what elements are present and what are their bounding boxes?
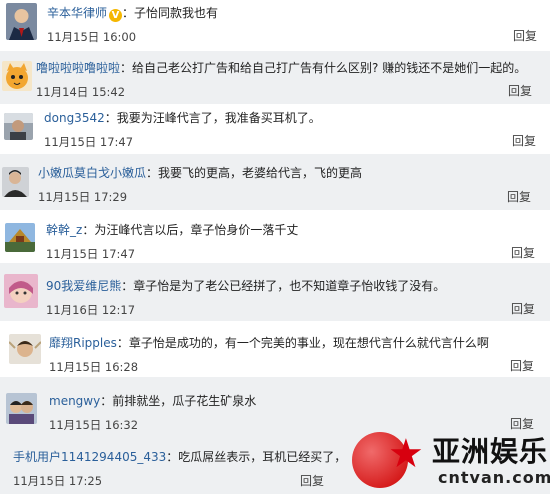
- reply-button[interactable]: 回复: [507, 190, 531, 204]
- username-link[interactable]: 辛本华律师: [47, 6, 107, 20]
- star-icon: ★: [388, 431, 424, 477]
- avatar[interactable]: [4, 113, 33, 140]
- timestamp: 11月14日 15:42: [36, 85, 126, 99]
- comment-text: 为汪峰代言以后，章子怡身价一落千丈: [94, 223, 299, 237]
- comment-text: 吃瓜屌丝表示，耳机已经买了，: [178, 450, 347, 464]
- timestamp: 11月15日 17:47: [46, 247, 136, 261]
- timestamp: 11月15日 16:28: [49, 360, 139, 374]
- timestamp: 11月15日 16:32: [49, 418, 139, 432]
- separator: ：: [146, 166, 159, 180]
- reply-button[interactable]: 回复: [513, 29, 537, 43]
- reply-button[interactable]: 回复: [510, 359, 534, 373]
- comment-text: 前排就坐，瓜子花生矿泉水: [112, 394, 257, 408]
- username-link[interactable]: mengwy: [49, 394, 100, 408]
- timestamp: 11月16日 12:17: [46, 303, 136, 317]
- separator: ：: [100, 394, 113, 408]
- timestamp: 11月15日 16:00: [47, 30, 137, 44]
- separator: ：: [122, 6, 135, 20]
- reply-button[interactable]: 回复: [508, 84, 532, 98]
- avatar[interactable]: [4, 274, 38, 308]
- comment-text: 我要为汪峰代言了，我准备买耳机了。: [116, 111, 321, 125]
- avatar[interactable]: [2, 61, 32, 91]
- username-link[interactable]: 靡翔Ripples: [49, 336, 117, 350]
- username-link[interactable]: 小嫩瓜莫白戈小嫩瓜: [38, 166, 146, 180]
- separator: ：: [82, 223, 95, 237]
- separator: ：: [104, 111, 117, 125]
- watermark-title: 亚洲娱乐: [432, 435, 549, 468]
- comment-text: 子怡同款我也有: [134, 6, 219, 20]
- verified-icon: V: [109, 9, 123, 22]
- username-link[interactable]: 90我爱维尼熊: [46, 279, 121, 293]
- reply-button[interactable]: 回复: [511, 246, 535, 260]
- separator: ：: [166, 450, 179, 464]
- comment-text: 我要飞的更高，老婆给代言，飞的更高: [158, 166, 363, 180]
- comment-text: 给自己老公打广告和给自己打广告有什么区别? 赚的钱还不是她们一起的。: [132, 61, 527, 75]
- avatar[interactable]: [9, 334, 41, 364]
- separator: ：: [116, 336, 129, 350]
- reply-button[interactable]: 回复: [512, 134, 536, 148]
- separator: ：: [121, 279, 134, 293]
- timestamp: 11月15日 17:47: [44, 135, 134, 149]
- watermark-logo: ★ 亚洲娱乐 cntvan.com: [352, 428, 550, 490]
- reply-button[interactable]: 回复: [300, 474, 324, 488]
- comment-text: 章子怡是成功的，有一个完美的事业，现在想代言什么就代言什么啊: [128, 336, 489, 350]
- username-link[interactable]: 噜啦啦啦噜啦啦: [36, 61, 120, 75]
- avatar[interactable]: [2, 167, 29, 197]
- watermark-url: cntvan.com: [438, 468, 550, 487]
- avatar[interactable]: [6, 3, 37, 40]
- reply-button[interactable]: 回复: [511, 302, 535, 316]
- comment-text: 章子怡是为了老公已经拼了，也不知道章子怡收钱了没有。: [133, 279, 446, 293]
- username-link[interactable]: 幹幹_z: [46, 223, 82, 237]
- avatar[interactable]: [6, 393, 37, 424]
- avatar[interactable]: [5, 223, 35, 252]
- timestamp: 11月15日 17:29: [38, 190, 128, 204]
- separator: ：: [120, 61, 133, 75]
- username-link[interactable]: dong3542: [44, 111, 105, 125]
- timestamp: 11月15日 17:25: [13, 474, 103, 488]
- username-link[interactable]: 手机用户1141294405_433: [13, 450, 166, 464]
